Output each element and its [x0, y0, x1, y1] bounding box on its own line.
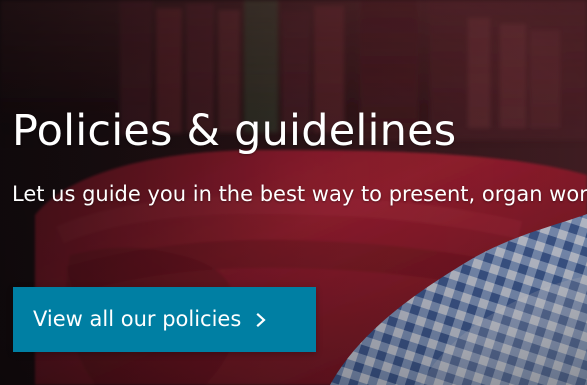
chevron-right-icon — [253, 312, 269, 328]
hero-banner: Policies & guidelines Let us guide you i… — [0, 0, 587, 385]
page-title: Policies & guidelines — [12, 106, 457, 156]
page-subtitle: Let us guide you in the best way to pres… — [12, 182, 587, 206]
view-all-policies-button[interactable]: View all our policies — [13, 287, 316, 352]
hero-content: Policies & guidelines Let us guide you i… — [0, 0, 587, 385]
view-all-policies-label: View all our policies — [33, 307, 242, 331]
